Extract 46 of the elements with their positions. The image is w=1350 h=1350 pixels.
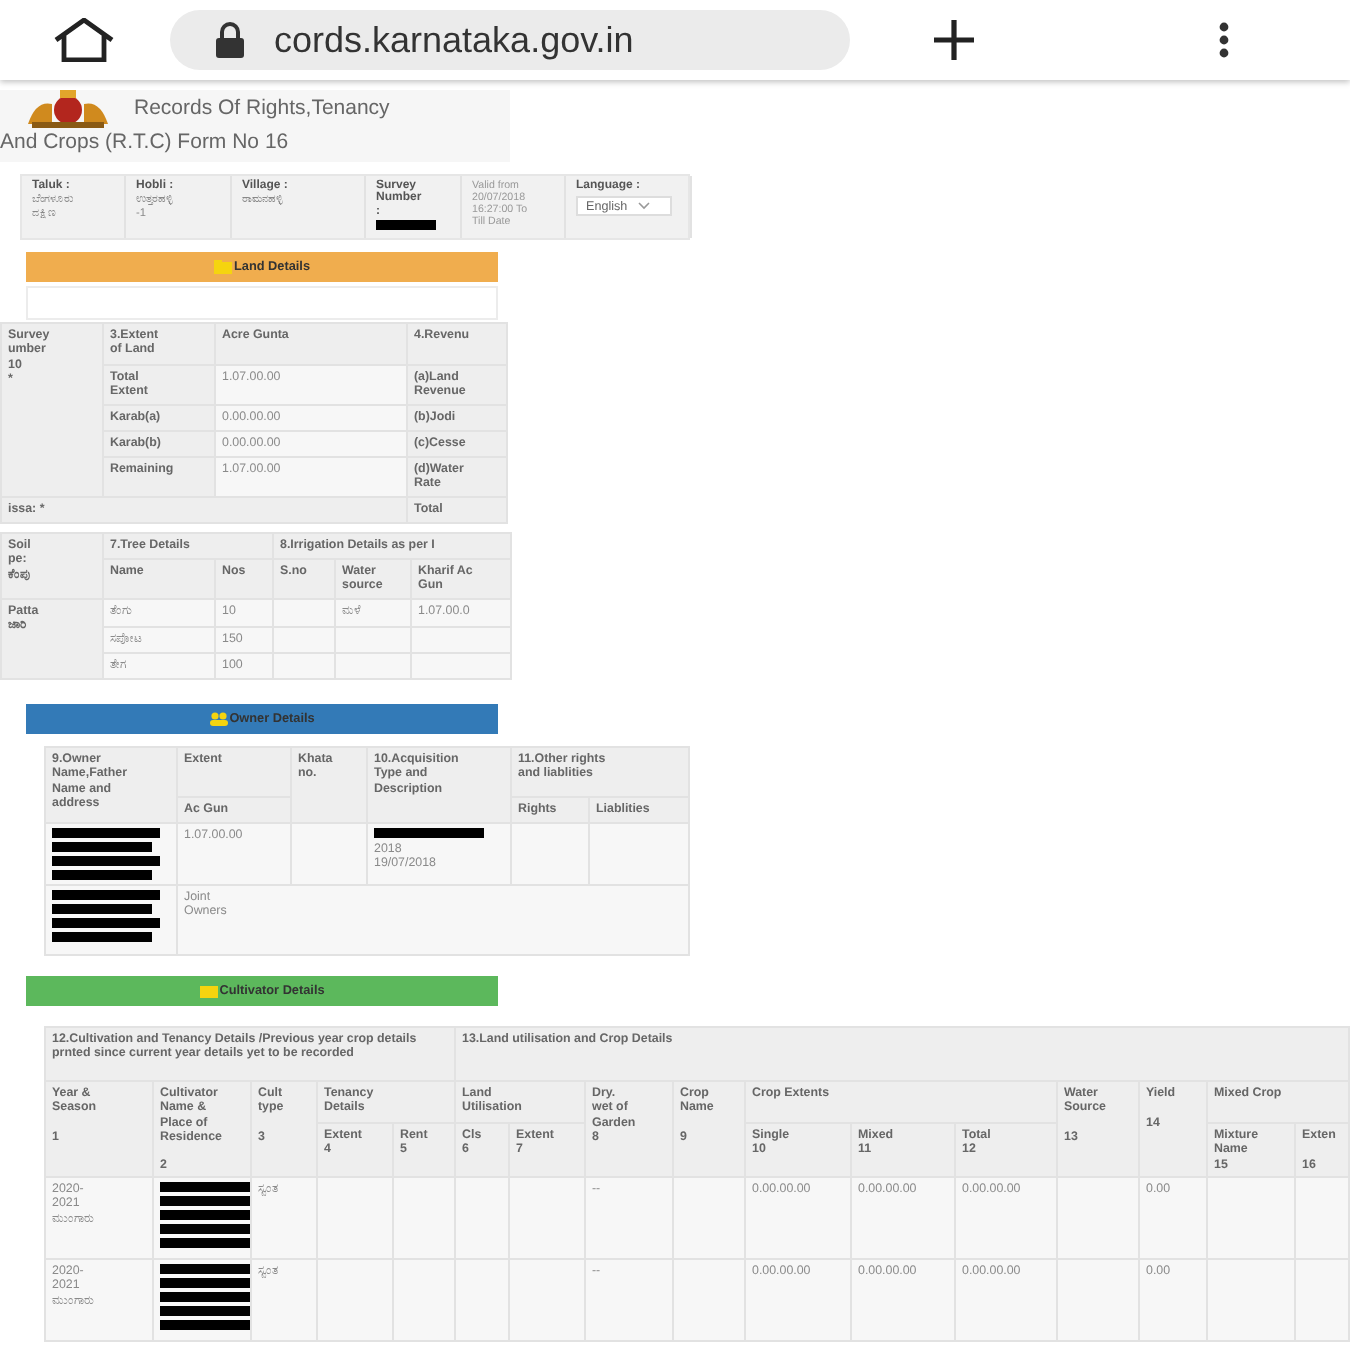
redaction-bar [160,1278,250,1288]
redaction-bar [160,1238,250,1248]
redaction-bar [52,828,160,838]
table-cell [1208,1260,1294,1340]
redaction-bar [160,1320,250,1330]
redaction-bar [160,1292,250,1302]
table-cell [674,1260,744,1340]
table-cell [274,654,334,678]
chevron-down-icon [637,202,650,211]
lock-icon [214,22,246,58]
redaction-bar [160,1264,250,1274]
redaction-bar [52,870,152,880]
redaction-bar [160,1196,250,1206]
url-text: cords.karnataka.gov.in [274,19,634,61]
redaction-bar [374,828,484,838]
table-cell [1296,1260,1348,1340]
redaction-bar [52,904,152,914]
redaction-bar [160,1210,250,1220]
new-tab-icon[interactable] [928,18,980,62]
address-bar[interactable]: cords.karnataka.gov.in [170,10,850,70]
redaction-bar [52,842,152,852]
emblem-drawing [24,87,112,127]
menu-icon[interactable] [1218,22,1230,58]
redaction-bar [376,219,436,230]
table-cell [412,628,510,652]
table-cell [318,1260,392,1340]
redaction-bar [52,856,160,866]
form-title: And Crops (R.T.C) Form No 16 [0,130,291,154]
table-cell [1058,1260,1138,1340]
redaction-bar [52,890,160,900]
redaction-bar [160,1224,250,1234]
card-icon [199,984,218,998]
folder-icon [214,260,232,274]
table-cell [456,1260,508,1340]
table-cell [336,654,410,678]
people-icon [209,712,228,726]
table-cell [394,1260,454,1340]
home-icon[interactable] [52,18,116,62]
form-title: Records Of Rights,Tenancy [134,95,390,119]
table-cell [510,1260,584,1340]
redaction-bar [160,1182,250,1192]
table-cell [590,824,688,884]
redaction-bar [52,918,160,928]
redaction-bar [52,932,152,942]
redaction-bar [160,1306,250,1316]
table-cell [412,654,510,678]
